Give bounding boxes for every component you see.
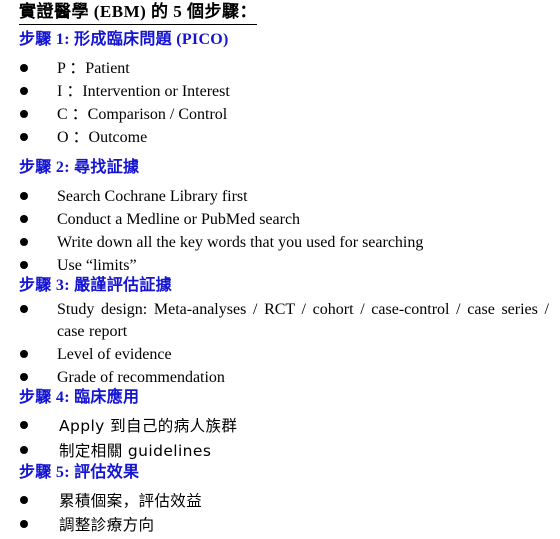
- list-item: Search Cochrane Library first: [0, 186, 560, 208]
- list-item: Apply 到自己的病人族群: [0, 415, 560, 437]
- list-item: Use “limits”: [0, 255, 560, 277]
- list-item: Level of evidence: [0, 344, 560, 366]
- bullet-icon: [20, 192, 28, 200]
- bullet-icon: [20, 110, 28, 118]
- list-item: Write down all the key words that you us…: [0, 232, 560, 254]
- list-item: 調整診療方向: [0, 514, 560, 536]
- list-item: Grade of recommendation: [0, 367, 560, 389]
- list-item-label: 制定相關 guidelines: [59, 442, 212, 460]
- list-item-label: 累積個案，評估效益: [59, 492, 203, 510]
- list-item-label: Apply 到自己的病人族群: [59, 417, 238, 435]
- list-item-label: P ：Patient: [57, 60, 130, 77]
- list-item-label: Level of evidence: [57, 346, 172, 363]
- list-item-label: Search Cochrane Library first: [57, 188, 248, 205]
- bullet-icon: [20, 446, 28, 454]
- bullet-icon: [20, 261, 28, 269]
- bullet-icon: [20, 520, 28, 528]
- list-item-label: 調整診療方向: [59, 516, 155, 534]
- bullet-icon: [20, 496, 28, 504]
- bullet-icon: [20, 215, 28, 223]
- step-heading-4: 步驟 4: 臨床應用: [19, 389, 140, 406]
- list-item-label: Grade of recommendation: [57, 369, 225, 386]
- list-item-label: Conduct a Medline or PubMed search: [57, 211, 301, 228]
- list-item-label: Use “limits”: [57, 257, 137, 274]
- list-item: P ：Patient: [0, 58, 560, 80]
- bullet-icon: [20, 238, 28, 246]
- bullet-icon: [20, 421, 28, 429]
- list-item-label: Write down all the key words that you us…: [57, 234, 424, 251]
- document-page: 實證醫學 (EBM) 的 5 個步驟： 步驟 1: 形成臨床問題 (PICO) …: [0, 0, 560, 539]
- bullet-icon: [20, 64, 28, 72]
- list-item: 累積個案，評估效益: [0, 490, 560, 512]
- step-heading-1: 步驟 1: 形成臨床問題 (PICO): [19, 31, 229, 48]
- step-heading-2: 步驟 2: 尋找証據: [19, 159, 140, 176]
- page-title: 實證醫學 (EBM) 的 5 個步驟：: [19, 2, 258, 25]
- bullet-icon: [20, 133, 28, 141]
- list-item-label: O ：Outcome: [57, 129, 148, 146]
- list-item-label: Study design: Meta-analyses / RCT / coho…: [57, 301, 549, 340]
- step-heading-3: 步驟 3: 嚴謹評估証據: [19, 277, 172, 294]
- bullet-icon: [20, 87, 28, 95]
- step-heading-5: 步驟 5: 評估效果: [19, 464, 140, 481]
- list-item: Conduct a Medline or PubMed search: [0, 209, 560, 231]
- bullet-icon: [20, 350, 28, 358]
- list-item: C ：Comparison / Control: [0, 104, 560, 126]
- list-item: Study design: Meta-analyses / RCT / coho…: [0, 299, 560, 343]
- list-item-label: I ：Intervention or Interest: [57, 83, 230, 100]
- list-item-label: C ：Comparison / Control: [57, 106, 228, 123]
- list-item: O ：Outcome: [0, 127, 560, 149]
- list-item: I ：Intervention or Interest: [0, 81, 560, 103]
- list-item: 制定相關 guidelines: [0, 440, 560, 462]
- bullet-icon: [20, 373, 28, 381]
- bullet-icon: [20, 305, 28, 313]
